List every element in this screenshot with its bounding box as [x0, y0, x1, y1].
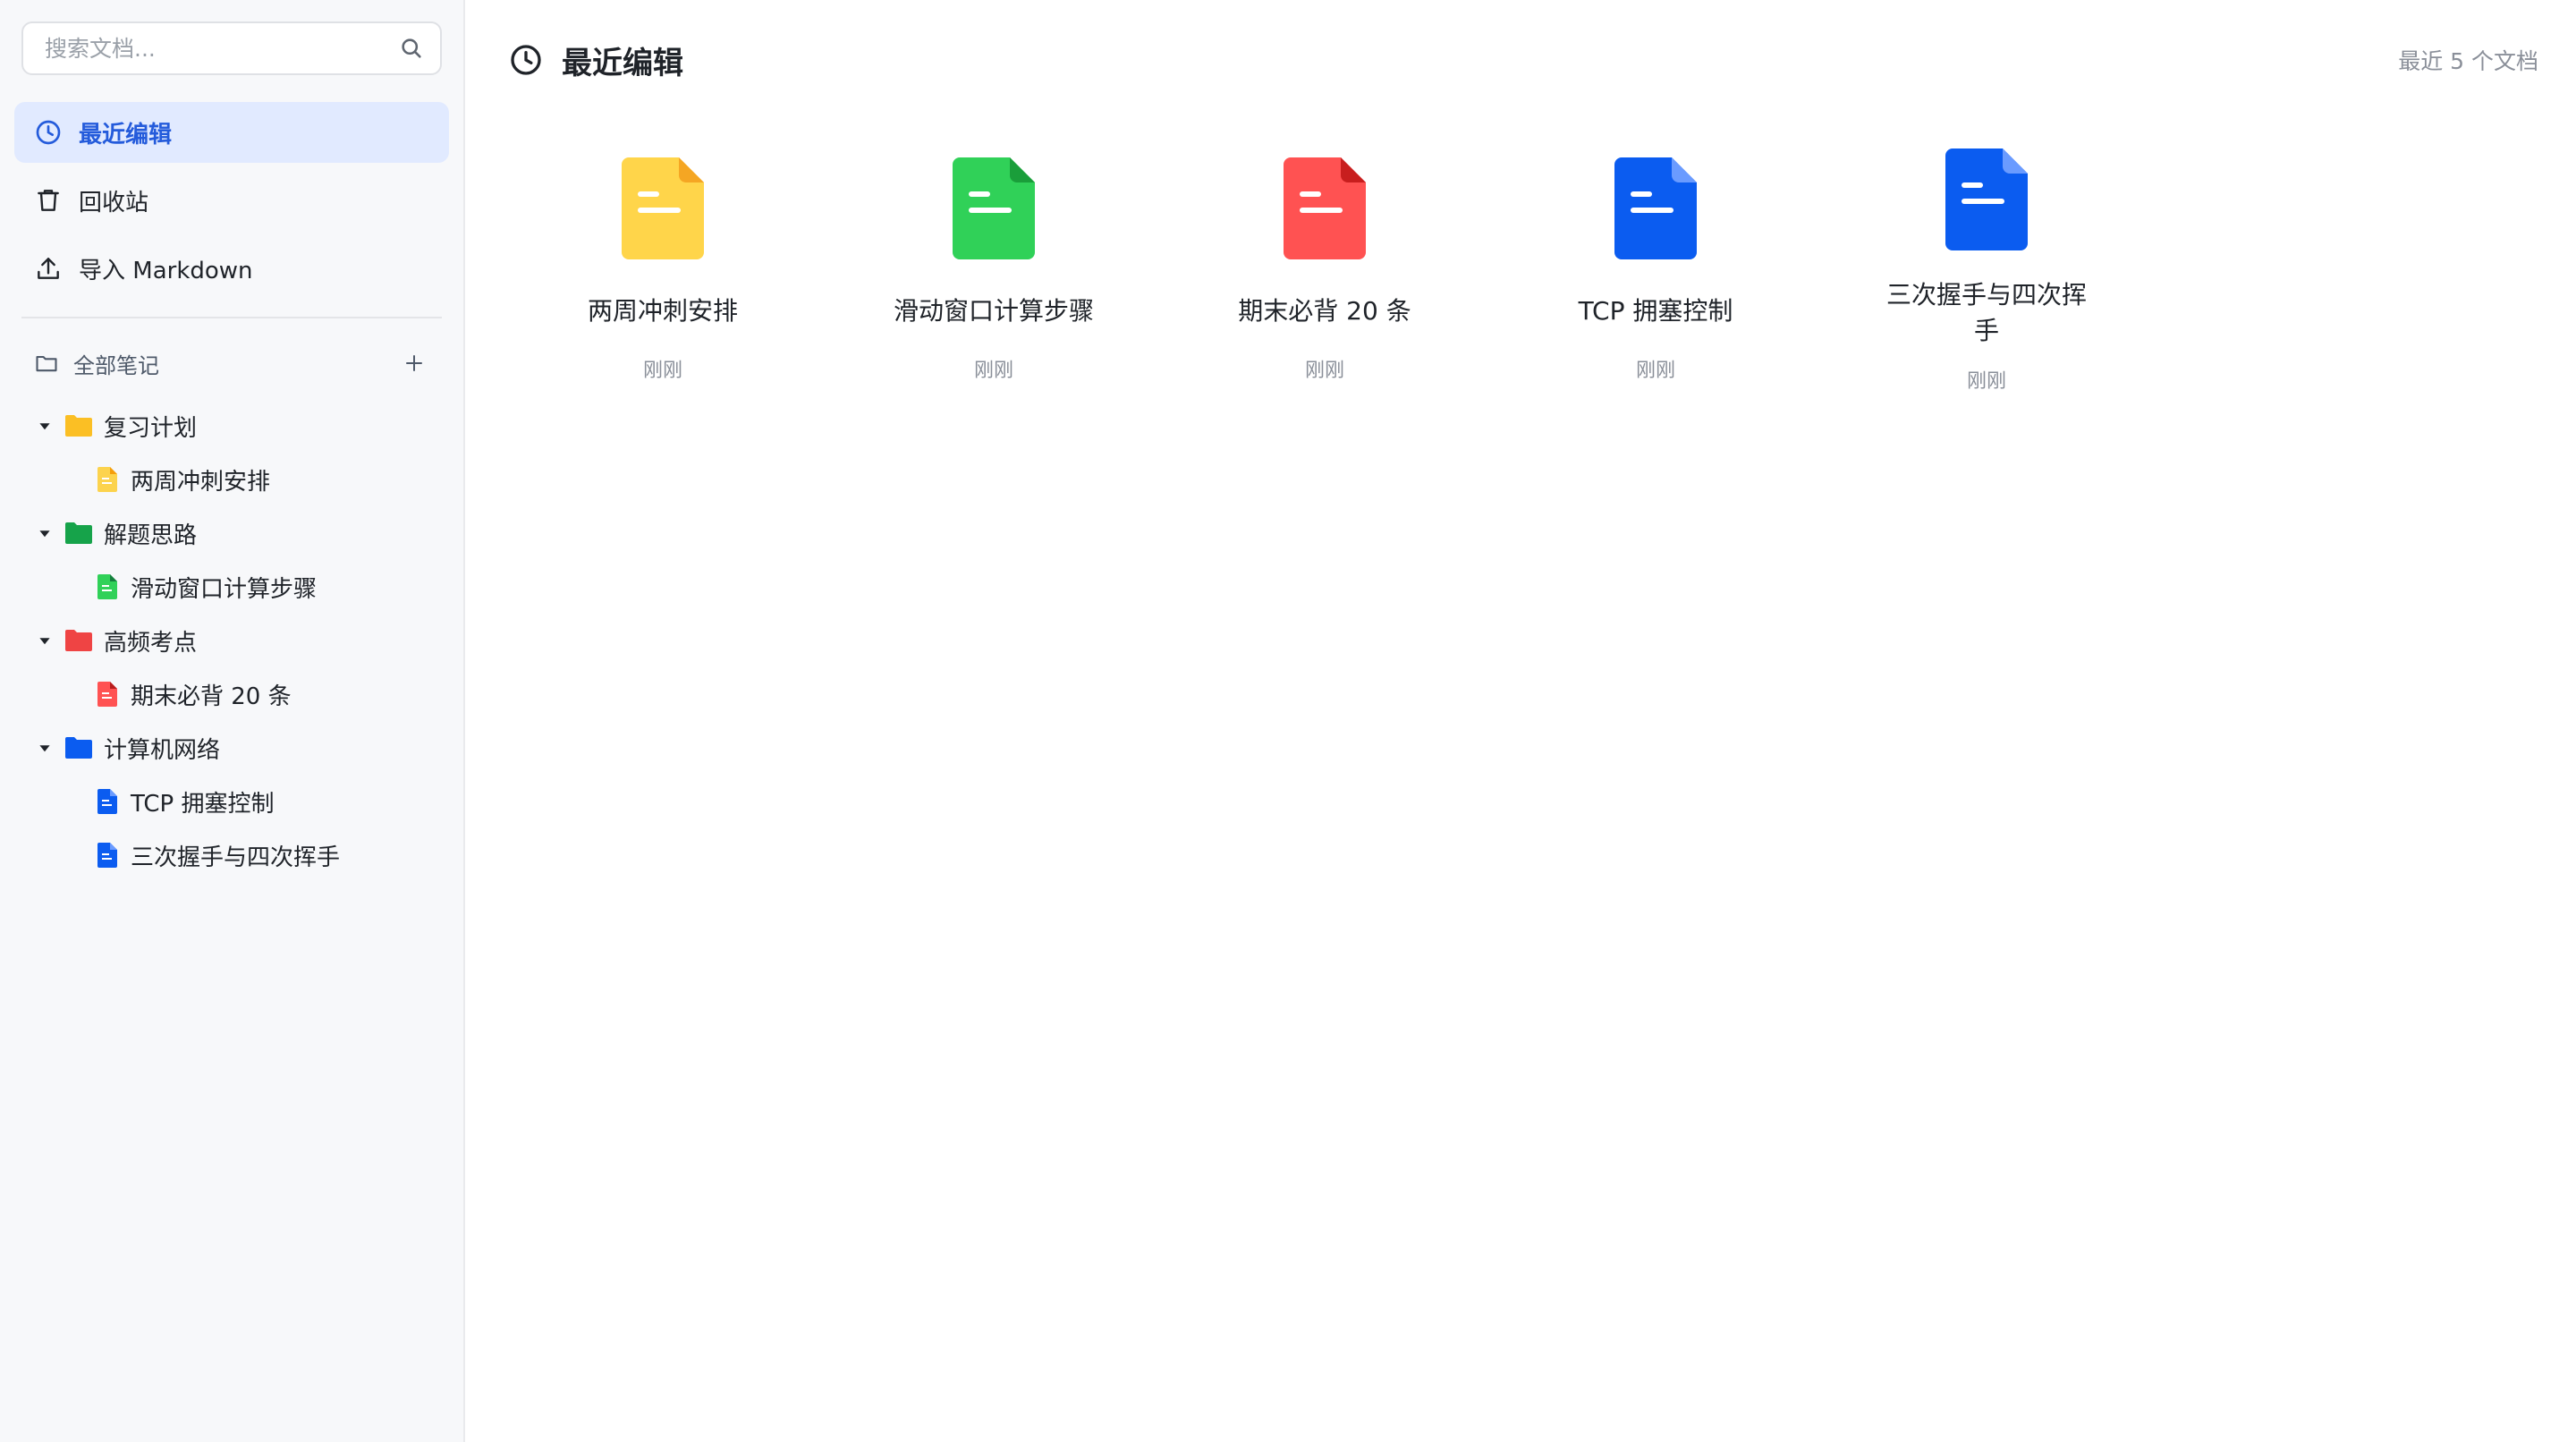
caret-down-icon[interactable] — [32, 413, 57, 438]
doc-card[interactable]: 三次握手与四次挥手 刚刚 — [1821, 148, 2152, 394]
document-icon — [1284, 157, 1366, 259]
folder-icon — [64, 736, 93, 759]
nav-item-trash[interactable]: 回收站 — [14, 170, 449, 231]
document-icon — [97, 788, 118, 815]
app-window: 最近编辑 回收站 导入 Markdown 全部笔记 — [0, 0, 2576, 1442]
doc-card-title: 滑动窗口计算步骤 — [893, 296, 1094, 326]
doc-item[interactable]: 滑动窗口计算步骤 — [14, 560, 449, 614]
document-icon — [1945, 148, 2028, 250]
doc-count: 最近 5 个文档 — [2398, 48, 2538, 74]
document-icon — [1614, 157, 1697, 259]
doc-card[interactable]: 滑动窗口计算步骤 刚刚 — [828, 157, 1159, 394]
doc-card[interactable]: 期末必背 20 条 刚刚 — [1159, 157, 1490, 394]
doc-card-title: 两周冲刺安排 — [587, 296, 738, 326]
sidebar: 最近编辑 回收站 导入 Markdown 全部笔记 — [0, 0, 465, 1442]
doc-item[interactable]: 两周冲刺安排 — [14, 453, 449, 506]
nav-item-label: 回收站 — [79, 189, 149, 216]
doc-label: 两周冲刺安排 — [131, 468, 271, 496]
all-notes-header: 全部笔记 — [14, 338, 449, 388]
sidebar-divider — [21, 317, 442, 318]
nav-item-recent[interactable]: 最近编辑 — [14, 102, 449, 163]
doc-card-title: 三次握手与四次挥手 — [1885, 280, 2087, 345]
clock-icon — [508, 42, 544, 78]
doc-card-time: 刚刚 — [1635, 360, 1675, 382]
doc-item[interactable]: 三次握手与四次挥手 — [14, 828, 449, 882]
folder-label: 计算机网络 — [104, 736, 221, 764]
folder-outline-icon — [34, 351, 59, 376]
caret-down-icon[interactable] — [32, 521, 57, 546]
doc-card-time: 刚刚 — [1966, 370, 2006, 393]
doc-card-time: 刚刚 — [642, 360, 682, 382]
doc-label: TCP 拥塞控制 — [131, 790, 275, 818]
sidebar-nav: 最近编辑 回收站 导入 Markdown — [14, 102, 449, 299]
doc-label: 期末必背 20 条 — [131, 683, 292, 710]
caret-down-icon[interactable] — [32, 628, 57, 653]
folder-label: 高频考点 — [104, 629, 198, 657]
folder-icon — [64, 629, 93, 652]
document-icon — [97, 681, 118, 708]
search-box[interactable] — [21, 21, 442, 75]
folder-label: 复习计划 — [104, 414, 198, 442]
search-input[interactable] — [43, 34, 399, 63]
folder-computer-network[interactable]: 计算机网络 — [14, 721, 449, 775]
clock-icon — [34, 118, 63, 147]
folder-label: 解题思路 — [104, 522, 198, 549]
folder-icon — [64, 522, 93, 545]
caret-down-icon[interactable] — [32, 735, 57, 760]
doc-card[interactable]: 两周冲刺安排 刚刚 — [497, 157, 828, 394]
document-icon — [97, 466, 118, 493]
doc-item[interactable]: TCP 拥塞控制 — [14, 775, 449, 828]
folder-icon — [64, 414, 93, 437]
doc-card-title: 期末必背 20 条 — [1238, 296, 1411, 326]
doc-item[interactable]: 期末必背 20 条 — [14, 667, 449, 721]
doc-card-title: TCP 拥塞控制 — [1578, 296, 1733, 326]
all-notes-label: 全部笔记 — [73, 352, 159, 378]
doc-card-time: 刚刚 — [973, 360, 1013, 382]
recent-docs-grid: 两周冲刺安排 刚刚 滑动窗口计算步骤 刚刚 期末必背 20 条 刚刚 TCP 拥… — [465, 120, 2576, 394]
folder-solution-ideas[interactable]: 解题思路 — [14, 506, 449, 560]
upload-icon — [34, 254, 63, 283]
document-icon — [97, 842, 118, 869]
document-icon — [97, 573, 118, 600]
add-note-button[interactable] — [399, 348, 429, 378]
nav-item-import-markdown[interactable]: 导入 Markdown — [14, 238, 449, 299]
search-icon[interactable] — [399, 36, 424, 61]
doc-card[interactable]: TCP 拥塞控制 刚刚 — [1490, 157, 1821, 394]
notes-tree: 复习计划 两周冲刺安排 解题思路 滑动窗口计算步骤 高频考点 期末必背 20 条… — [14, 399, 449, 882]
doc-card-time: 刚刚 — [1304, 360, 1344, 382]
nav-item-label: 最近编辑 — [79, 121, 173, 148]
doc-label: 三次握手与四次挥手 — [131, 844, 341, 871]
trash-icon — [34, 186, 63, 215]
nav-item-label: 导入 Markdown — [79, 257, 253, 284]
folder-high-frequency[interactable]: 高频考点 — [14, 614, 449, 667]
folder-review-plan[interactable]: 复习计划 — [14, 399, 449, 453]
main-content: 最近编辑 最近 5 个文档 两周冲刺安排 刚刚 滑动窗口计算步骤 刚刚 期末必背… — [465, 0, 2576, 1442]
document-icon — [953, 157, 1035, 259]
document-icon — [622, 157, 704, 259]
doc-label: 滑动窗口计算步骤 — [131, 575, 318, 603]
page-header: 最近编辑 最近 5 个文档 — [465, 0, 2576, 120]
page-title: 最近编辑 — [562, 45, 683, 81]
